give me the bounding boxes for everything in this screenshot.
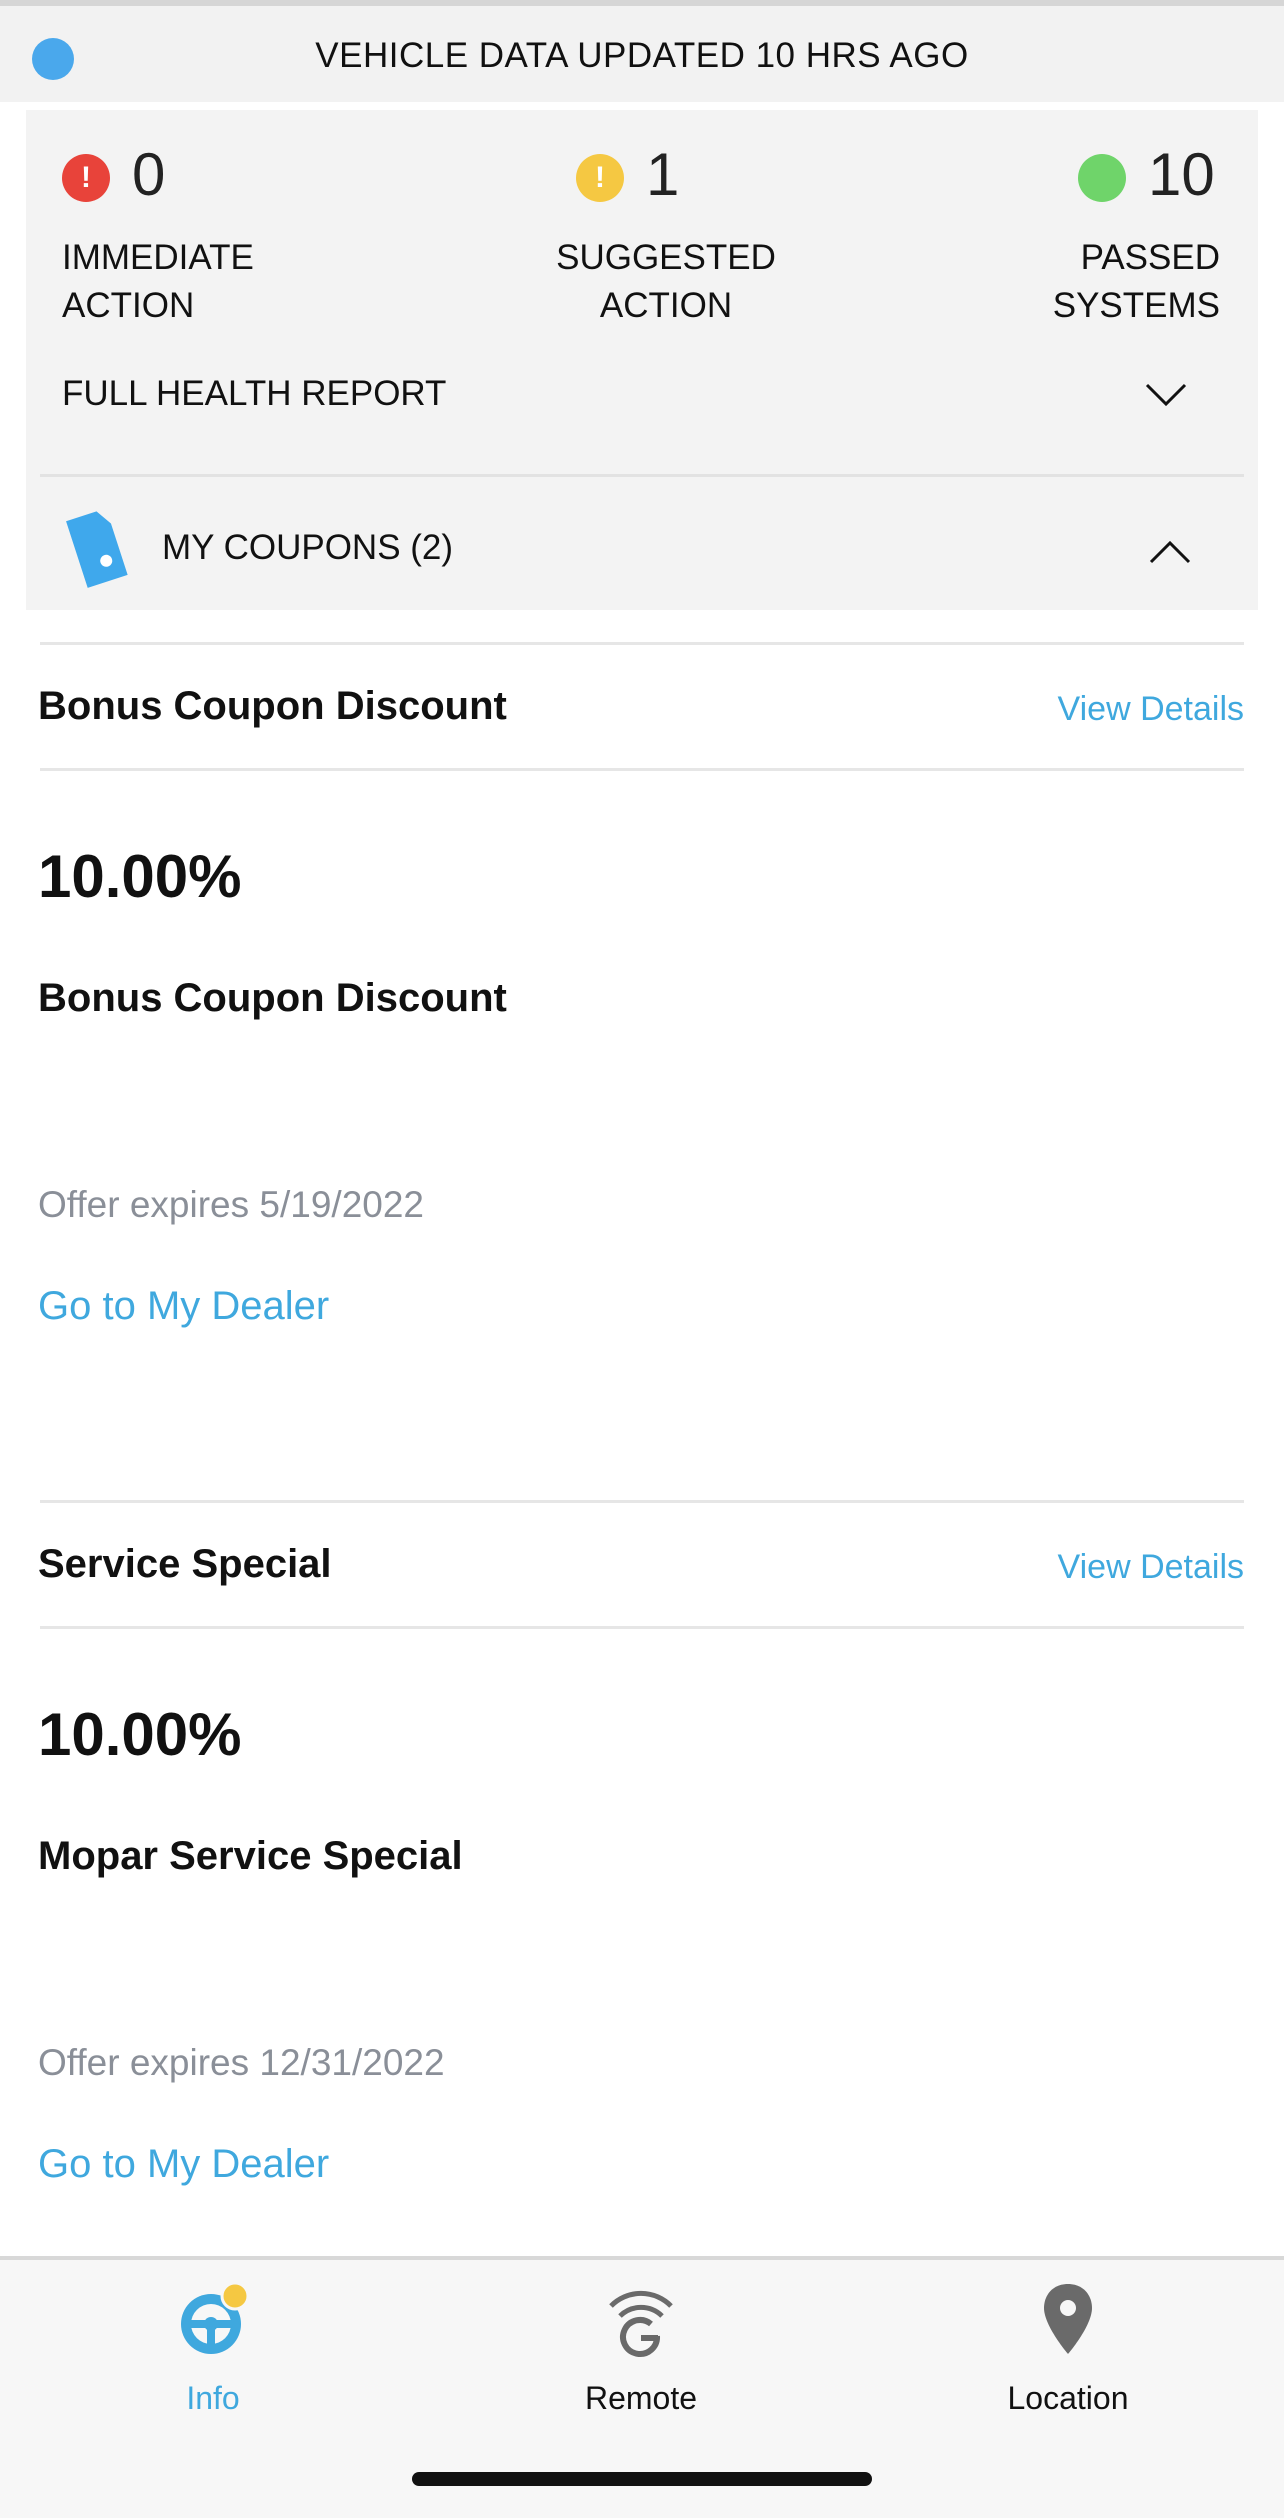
tab-location-label: Location: [1007, 2380, 1129, 2416]
passed-systems-check-icon: [1078, 154, 1126, 202]
panel-divider: [40, 474, 1244, 477]
tab-info-label: Info: [186, 2380, 240, 2416]
tab-remote[interactable]: Remote: [541, 2260, 741, 2460]
immediate-action-label[interactable]: IMMEDIATE ACTION: [62, 234, 254, 330]
suggested-action-alert-icon: !: [576, 154, 624, 202]
status-banner-text: VEHICLE DATA UPDATED 10 HRS AGO: [315, 36, 969, 75]
full-health-report-label[interactable]: FULL HEALTH REPORT: [62, 374, 446, 414]
coupon-discount-value: 10.00%: [38, 843, 242, 910]
immediate-action-count: 0: [132, 141, 166, 208]
coupon-description: Bonus Coupon Discount: [38, 976, 507, 1020]
coupon-title: Service Special: [38, 1542, 332, 1586]
card-top-divider: [40, 1500, 1244, 1503]
passed-systems-label[interactable]: PASSED SYSTEMS: [1053, 234, 1220, 330]
coupon-expiration: Offer expires 5/19/2022: [38, 1184, 425, 1225]
card-header-divider: [40, 768, 1244, 771]
immediate-action-alert-icon: !: [62, 154, 110, 202]
coupon-description: Mopar Service Special: [38, 1834, 463, 1878]
status-banner: VEHICLE DATA UPDATED 10 HRS AGO: [0, 6, 1284, 102]
remote-signal-icon: [609, 2290, 673, 2357]
coupon-tag-icon: [66, 511, 128, 588]
chevron-up-icon[interactable]: [1148, 530, 1192, 574]
view-details-link[interactable]: View Details: [1058, 690, 1244, 729]
steering-wheel-icon: [181, 2282, 250, 2354]
suggested-action-label[interactable]: SUGGESTED ACTION: [476, 234, 856, 330]
suggested-action-count: 1: [646, 141, 680, 208]
go-to-my-dealer-link[interactable]: Go to My Dealer: [38, 1284, 329, 1329]
chevron-down-icon[interactable]: [1144, 372, 1188, 416]
coupon-discount-value: 10.00%: [38, 1701, 242, 1768]
tab-remote-label: Remote: [584, 2380, 698, 2416]
coupon-expiration: Offer expires 12/31/2022: [38, 2042, 445, 2083]
view-details-link[interactable]: View Details: [1058, 1548, 1244, 1587]
health-summary-panel: ! 0 IMMEDIATE ACTION ! 1 SUGGESTED ACTION …: [26, 110, 1258, 610]
home-indicator[interactable]: [412, 2472, 872, 2486]
tab-location[interactable]: Location: [968, 2260, 1168, 2460]
my-coupons-header[interactable]: MY COUPONS (2): [162, 528, 453, 568]
card-top-divider: [40, 642, 1244, 645]
passed-systems-count: 10: [1148, 141, 1215, 208]
card-header-divider: [40, 1626, 1244, 1629]
coupon-title: Bonus Coupon Discount: [38, 684, 507, 728]
go-to-my-dealer-link[interactable]: Go to My Dealer: [38, 2142, 329, 2187]
location-pin-icon: [1044, 2284, 1092, 2354]
tab-info[interactable]: Info: [113, 2260, 313, 2460]
